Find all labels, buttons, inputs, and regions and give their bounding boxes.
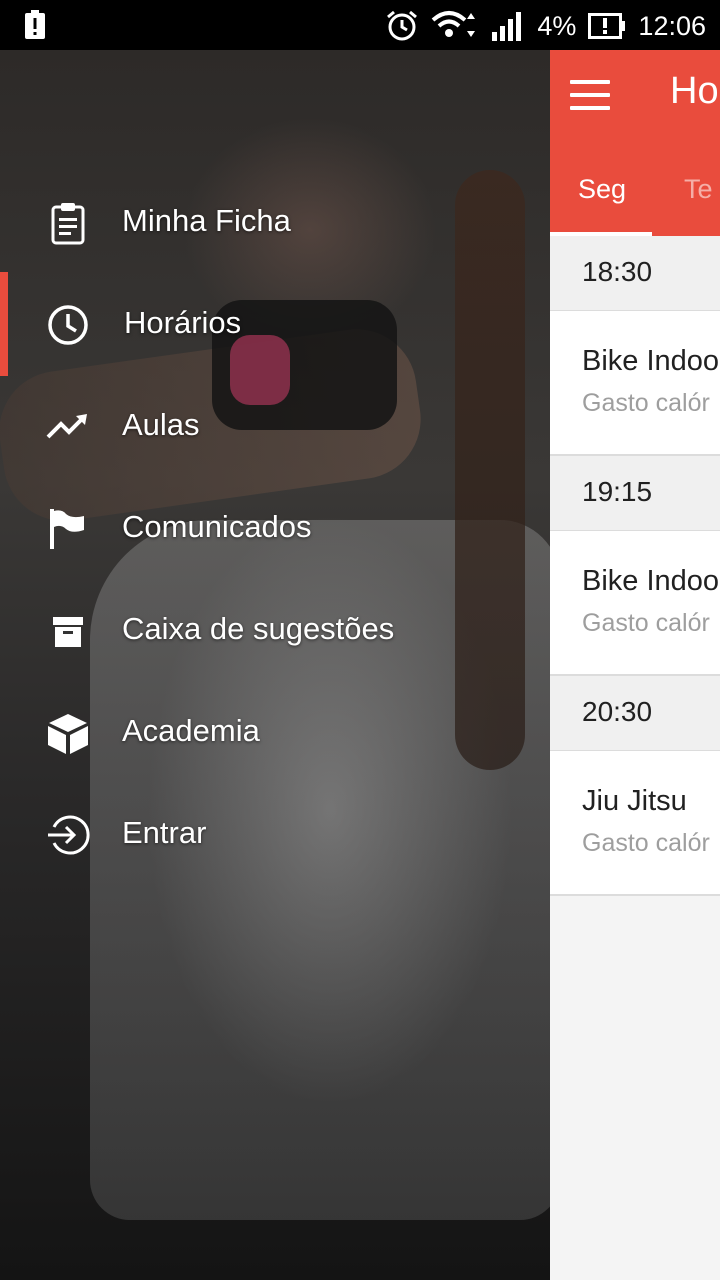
flag-icon <box>46 507 90 551</box>
drawer-item-label: Aulas <box>122 407 200 442</box>
list-item[interactable]: Bike Indoo Gasto calór <box>550 531 720 676</box>
drawer-item-label: Academia <box>122 713 260 748</box>
archive-box-icon <box>46 609 90 653</box>
menu-icon[interactable] <box>570 80 610 110</box>
time-label: 20:30 <box>582 696 653 727</box>
clock: 12:06 <box>638 10 706 41</box>
clipboard-icon <box>46 201 90 245</box>
drawer-menu: Minha Ficha Horários Aulas Comunicados C… <box>0 171 550 885</box>
schedule-list: 18:30 Bike Indoo Gasto calór 19:15 Bike … <box>550 236 720 896</box>
time-header: 20:30 <box>550 676 720 751</box>
class-name: Bike Indoo <box>582 345 720 377</box>
drawer-item-label: Caixa de sugestões <box>122 611 395 646</box>
class-subtitle: Gasto calór <box>582 609 710 637</box>
wifi-icon <box>431 9 479 43</box>
drawer-item-aulas[interactable]: Aulas <box>0 375 550 477</box>
status-bar: 4% 12:06 <box>0 0 720 50</box>
app-content: Ho Seg Te 18:30 Bike Indoo Gasto calór 1… <box>550 50 720 1280</box>
drawer-item-label: Comunicados <box>122 509 312 544</box>
list-item[interactable]: Bike Indoo Gasto calór <box>550 311 720 456</box>
navigation-drawer: Minha Ficha Horários Aulas Comunicados C… <box>0 50 550 1280</box>
time-label: 18:30 <box>582 256 653 287</box>
trending-up-icon <box>46 405 90 449</box>
clock-icon <box>46 303 90 347</box>
day-tabs: Seg Te <box>550 162 720 236</box>
toolbar: Ho Seg Te <box>550 50 720 236</box>
time-header: 19:15 <box>550 456 720 531</box>
page-title: Ho <box>670 70 719 112</box>
drawer-item-comunicados[interactable]: Comunicados <box>0 477 550 579</box>
class-subtitle: Gasto calór <box>582 389 710 417</box>
time-header: 18:30 <box>550 236 720 311</box>
notification-alert-icon <box>24 10 46 40</box>
list-item[interactable]: Jiu Jitsu Gasto calór <box>550 751 720 896</box>
cube-icon <box>46 711 90 755</box>
tab-ter[interactable]: Te <box>684 162 713 236</box>
drawer-item-label: Horários <box>124 305 242 340</box>
drawer-item-academia[interactable]: Academia <box>0 681 550 783</box>
drawer-item-caixa-de-sugestoes[interactable]: Caixa de sugestões <box>0 579 550 681</box>
alarm-icon <box>385 9 419 43</box>
class-name: Jiu Jitsu <box>582 785 687 817</box>
battery-percent: 4% <box>537 10 577 41</box>
time-label: 19:15 <box>582 476 653 507</box>
drawer-item-entrar[interactable]: Entrar <box>0 783 550 885</box>
drawer-item-label: Entrar <box>122 815 207 850</box>
class-subtitle: Gasto calór <box>582 829 710 857</box>
drawer-item-label: Minha Ficha <box>122 203 291 238</box>
drawer-item-minha-ficha[interactable]: Minha Ficha <box>0 171 550 273</box>
drawer-item-horarios[interactable]: Horários <box>0 273 550 375</box>
class-name: Bike Indoo <box>582 565 720 597</box>
login-icon <box>46 813 90 857</box>
battery-icon <box>588 13 626 39</box>
signal-icon <box>491 10 525 42</box>
tab-seg[interactable]: Seg <box>578 162 626 236</box>
